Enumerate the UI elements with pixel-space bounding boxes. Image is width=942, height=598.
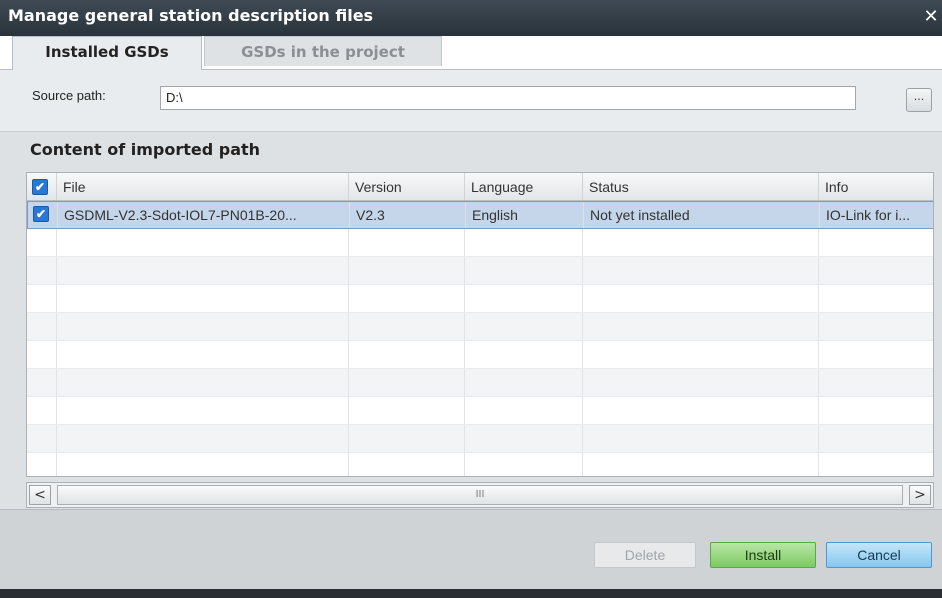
header-checkbox-cell: ✔ [27,173,57,200]
delete-button[interactable]: Delete [594,542,696,568]
scroll-thumb[interactable]: III [57,485,903,505]
column-divider [818,257,819,284]
column-divider [464,285,465,312]
cell-status: Not yet installed [584,202,820,228]
column-divider [818,425,819,452]
gsd-table: ✔ File Version Language Status Info ✔ GS… [26,172,934,477]
section-title: Content of imported path [30,140,261,159]
column-divider [56,313,57,340]
empty-row [27,397,933,425]
select-all-checkbox[interactable]: ✔ [32,179,48,195]
browse-button[interactable]: ... [906,88,932,112]
column-divider [464,229,465,256]
column-divider [348,341,349,368]
column-divider [582,285,583,312]
install-button[interactable]: Install [710,542,816,568]
source-path-input[interactable]: D:\ [160,86,856,110]
column-divider [464,369,465,396]
column-divider [56,257,57,284]
column-header-info[interactable]: Info [819,173,933,200]
cell-info: IO-Link for i... [826,207,911,223]
column-divider [818,397,819,424]
column-divider [56,453,57,476]
column-header-file[interactable]: File [57,173,349,200]
column-divider [818,285,819,312]
cell-language: English [466,202,584,228]
tab-gsds-in-project[interactable]: GSDs in the project [204,36,442,66]
column-divider [582,341,583,368]
close-icon[interactable]: ✕ [920,2,942,32]
row-checkbox[interactable]: ✔ [33,206,49,222]
column-divider [582,369,583,396]
table-header: ✔ File Version Language Status Info [27,173,933,201]
column-divider [56,397,57,424]
column-divider [348,369,349,396]
column-header-status[interactable]: Status [583,173,819,200]
column-divider [56,369,57,396]
column-divider [348,397,349,424]
tab-installed-gsds[interactable]: Installed GSDs [12,36,202,70]
row-checkbox-cell: ✔ [28,202,58,228]
cell-version: V2.3 [350,202,466,228]
column-divider [818,229,819,256]
empty-row [27,313,933,341]
column-divider [348,285,349,312]
empty-row [27,341,933,369]
column-divider [582,229,583,256]
column-divider [56,229,57,256]
column-divider [348,257,349,284]
empty-row [27,229,933,257]
table-row[interactable]: ✔ GSDML-V2.3-Sdot-IOL7-PN01B-20... V2.3 … [27,201,933,229]
column-divider [348,425,349,452]
column-divider [818,341,819,368]
column-divider [582,313,583,340]
bottom-edge [0,589,942,598]
column-divider [582,453,583,476]
scroll-left-icon[interactable]: < [29,485,51,505]
empty-row [27,425,933,453]
empty-row [27,257,933,285]
empty-row [27,285,933,313]
column-header-version[interactable]: Version [349,173,465,200]
window-title: Manage general station description files [8,6,374,25]
column-divider [818,369,819,396]
empty-row [27,369,933,397]
horizontal-scrollbar[interactable]: < III > [26,482,934,508]
column-divider [56,425,57,452]
title-bar: Manage general station description files… [0,0,942,36]
column-divider [582,257,583,284]
scroll-right-icon[interactable]: > [909,485,931,505]
column-divider [464,397,465,424]
column-divider [818,313,819,340]
source-path-label: Source path: [32,88,106,103]
column-divider [348,313,349,340]
column-divider [464,425,465,452]
column-divider [56,285,57,312]
column-divider [818,453,819,476]
column-divider [56,341,57,368]
column-divider [582,425,583,452]
column-divider [464,257,465,284]
column-divider [348,229,349,256]
empty-row [27,453,933,476]
cell-file: GSDML-V2.3-Sdot-IOL7-PN01B-20... [58,202,350,228]
column-divider [464,313,465,340]
column-divider [582,397,583,424]
cancel-button[interactable]: Cancel [826,542,932,568]
column-divider [348,453,349,476]
column-header-language[interactable]: Language [465,173,583,200]
column-divider [464,453,465,476]
column-divider [464,341,465,368]
